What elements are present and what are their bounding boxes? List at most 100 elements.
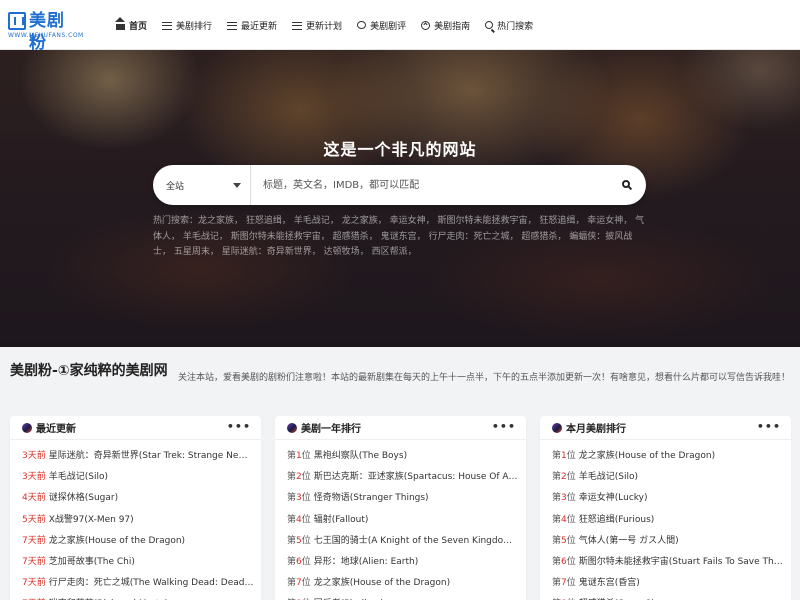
nav-item-hot-search[interactable]: 热门搜索 [485, 19, 533, 32]
hot-search-term[interactable]: 行尸走肉：死亡之城 [428, 232, 509, 242]
list-item[interactable]: 第7位 龙之家族(House of the Dragon) [287, 573, 519, 594]
show-title: 芝加哥故事(The Chi) [48, 556, 135, 567]
show-title: 龙之家族(House of the Dragon) [313, 578, 451, 589]
list-item[interactable]: 7天前 龙之家族(House of the Dragon) [22, 531, 254, 552]
rank-prefix: 第 [552, 535, 562, 546]
nav-item-label: 美剧排行 [176, 21, 213, 32]
nav-item-guide[interactable]: 美剧指南 [421, 19, 470, 32]
rank-number: 6 [296, 556, 302, 567]
list-item[interactable]: 第8位超感猎杀(Sense8) [552, 594, 784, 600]
list-item[interactable]: 第3位 怪奇物语(Stranger Things) [287, 488, 519, 509]
list-item[interactable]: 第5位 气体人(第一号 ガス人間) [552, 531, 784, 552]
nav-item-ranking[interactable]: 美剧排行 [162, 19, 212, 32]
site-logo[interactable]: 美剧粉 WWW.MEIJUFANS.COM [8, 10, 83, 53]
search-icon [622, 180, 630, 188]
rank-number: 1 [296, 451, 302, 461]
list-item[interactable]: 第1位 黑袍纠察队(The Boys) [287, 446, 519, 467]
rank-suffix: 位 [301, 578, 311, 589]
site-intro-title: 美剧粉-①家纯粹的美剧网 [10, 363, 168, 379]
comment-icon [357, 21, 367, 29]
hot-search-term[interactable]: 龙之家族 [342, 216, 378, 226]
list-icon [292, 21, 303, 30]
hot-search-term[interactable]: 西区帮派 [372, 247, 408, 257]
nav-item-label: 最近更新 [241, 21, 278, 32]
updated-ago-tag: 3天前 [22, 472, 46, 483]
rank-number: 6 [561, 556, 567, 567]
list-item[interactable]: 7天前 行尸走肉：死亡之城(The Walking Dead: Dead City… [22, 573, 254, 594]
hot-search-term[interactable]: 鬼谜东宫 [381, 232, 417, 242]
hot-search-term[interactable]: 超感猎杀 [521, 232, 557, 242]
logo-icon [8, 12, 26, 30]
more-icon[interactable]: ••• [492, 420, 516, 433]
list-item[interactable]: 4天前 谜探休格(Sugar) [22, 488, 254, 509]
show-title: 异形：地球(Alien: Earth) [313, 556, 419, 567]
list-item[interactable]: 第7位 鬼谜东宫(昏宫) [552, 573, 784, 594]
list-item[interactable]: 3天前 羊毛战记(Silo) [22, 467, 254, 488]
list-item[interactable]: 第6位 异形：地球(Alien: Earth) [287, 552, 519, 573]
list-item[interactable]: 7天前瑞克和莫蒂(Rick and Morty) [22, 594, 254, 600]
more-icon[interactable]: ••• [227, 420, 251, 433]
card-title: 美剧一年排行 [301, 424, 361, 435]
more-icon[interactable]: ••• [757, 420, 781, 433]
hot-search-term[interactable]: 幸运女神 [390, 216, 426, 226]
hot-search-term[interactable]: 狂怒追缉 [246, 216, 282, 226]
hot-search-term[interactable]: 达顿牧场 [324, 247, 360, 257]
nav-item-home[interactable]: 首页 [115, 16, 147, 32]
nav-item-recent[interactable]: 最近更新 [227, 19, 277, 32]
card-icon [287, 422, 297, 433]
list-item[interactable]: 第5位 七王国的骑士(A Knight of the Seven Kingdoms… [287, 531, 519, 552]
list-item[interactable]: 第3位 幸运女神(Lucky) [552, 488, 784, 509]
list-item[interactable]: 第4位 辐射(Fallout) [287, 510, 519, 531]
hot-search-term[interactable]: 狂怒追缉 [539, 216, 575, 226]
recent-list: 3天前星际迷航：奇异新世界(Star Trek: Strange New Wor… [10, 440, 261, 600]
rank-number: 1 [561, 451, 567, 461]
show-title: 鬼谜东宫(昏宫) [578, 578, 640, 589]
show-title: 龙之家族(House of the Dragon) [48, 535, 186, 546]
hot-searches: 热门搜索：龙之家族， 狂怒追缉， 羊毛战记， 龙之家族， 幸运女神， 斯图尔特未… [153, 216, 645, 257]
nav-item-label: 美剧剧评 [370, 21, 407, 32]
rank-prefix: 第 [287, 578, 297, 589]
hot-search-term[interactable]: 羊毛战记 [294, 216, 330, 226]
hot-search-term[interactable]: 羊毛战记 [183, 232, 219, 242]
nav-item-schedule[interactable]: 更新计划 [292, 19, 342, 32]
search-icon [485, 21, 494, 29]
search-button[interactable] [614, 165, 646, 205]
rank-number: 4 [296, 514, 302, 525]
hot-search-term[interactable]: 超感猎杀 [333, 232, 369, 242]
hot-search-term[interactable]: 幸运女神 [587, 216, 623, 226]
hot-search-term[interactable]: 斯图尔特未能拯救宇宙 [437, 216, 527, 226]
card-header: 美剧一年排行 ••• [275, 416, 526, 440]
rank-prefix: 第 [552, 556, 562, 567]
list-item[interactable]: 7天前 芝加哥故事(The Chi) [22, 552, 254, 573]
rank-suffix: 位 [301, 514, 311, 525]
rank-number: 2 [561, 472, 567, 483]
list-item[interactable]: 第4位 狂怒追缉(Furious) [552, 510, 784, 531]
show-title: 七王国的骑士(A Knight of the Seven Kingdoms) [313, 535, 519, 546]
rank-number: 7 [296, 578, 302, 589]
list-item[interactable]: 第2位 斯巴达克斯：亚述家族(Spartacus: House Of Ashur) [287, 467, 519, 488]
list-item[interactable]: 第8位同乐者(Pluribus) [287, 594, 519, 600]
show-title: 羊毛战记(Silo) [48, 472, 108, 483]
list-item[interactable]: 第1位 龙之家族(House of the Dragon) [552, 446, 784, 467]
card-year-ranking: 美剧一年排行 ••• 第1位 黑袍纠察队(The Boys) 第2位 斯巴达克斯：亚述… [275, 416, 526, 600]
show-title: 辐射(Fallout) [313, 514, 369, 525]
hot-search-term[interactable]: 五星周末 [174, 247, 210, 257]
month-ranking-list: 第1位 龙之家族(House of the Dragon) 第2位 羊毛战记(Silo… [540, 440, 791, 600]
hot-search-term[interactable]: 龙之家族 [198, 216, 234, 226]
nav-item-reviews[interactable]: 美剧剧评 [357, 19, 406, 32]
search-scope-select[interactable]: 全站 [153, 165, 251, 205]
rank-suffix: 位 [566, 472, 576, 483]
search-input[interactable] [251, 166, 614, 204]
updated-ago-tag: 7天前 [22, 535, 46, 546]
list-item[interactable]: 5天前 X战警97(X-Men 97) [22, 510, 254, 531]
rank-prefix: 第 [552, 514, 562, 525]
list-item[interactable]: 第6位斯图尔特未能拯救宇宙(Stuart Fails To Save The U… [552, 552, 784, 573]
hot-search-term[interactable]: 星际迷航：奇异新世界 [222, 247, 312, 257]
list-item[interactable]: 第2位 羊毛战记(Silo) [552, 467, 784, 488]
rank-suffix: 位 [301, 556, 311, 567]
hot-search-term[interactable]: 斯图尔特未能拯救宇宙 [231, 232, 321, 242]
list-item[interactable]: 3天前星际迷航：奇异新世界(Star Trek: Strange New Wor… [22, 446, 254, 467]
rank-suffix: 位 [566, 514, 576, 525]
search-scope-value: 全站 [166, 181, 185, 192]
updated-ago-tag: 3天前 [22, 451, 46, 461]
